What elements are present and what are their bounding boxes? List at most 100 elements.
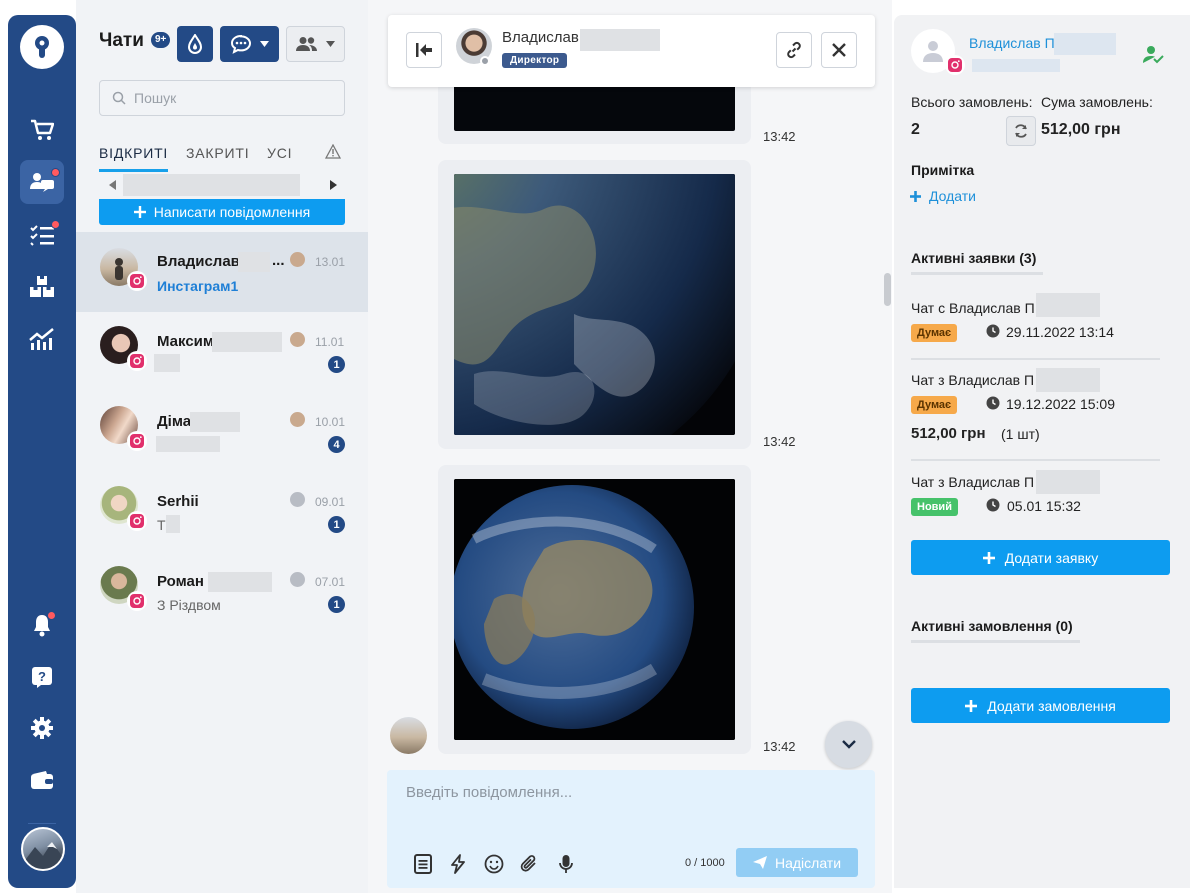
clock-icon	[986, 324, 1000, 338]
sidebar-item-analytics[interactable]	[20, 317, 64, 361]
send-button[interactable]: Надіслати	[736, 848, 858, 877]
search-input[interactable]	[134, 90, 324, 106]
message-image[interactable]	[454, 479, 735, 740]
chat-list-item[interactable]: Максим 11.01 1	[76, 312, 368, 392]
microphone-icon	[559, 855, 573, 873]
close-chat-button[interactable]	[821, 32, 857, 68]
new-message-label: Написати повідомлення	[153, 204, 311, 220]
client-name-link[interactable]: Владислав П	[969, 35, 1055, 51]
chat-list-item[interactable]: Serhii 09.01 Т 1	[76, 472, 368, 552]
emoji-button[interactable]	[484, 854, 504, 874]
message-image[interactable]	[454, 174, 735, 435]
sidebar-item-shop[interactable]	[20, 108, 64, 152]
paperclip-icon	[520, 855, 536, 872]
contact-name: Діма	[157, 413, 192, 430]
sidebar-item-chats[interactable]	[20, 160, 64, 204]
refresh-icon	[1015, 124, 1027, 138]
instagram-icon	[130, 594, 144, 608]
request-item[interactable]: Чат з Владислав П Думає 19.12.2022 15:09…	[911, 368, 1160, 462]
drop-icon	[187, 34, 203, 54]
sidebar-item-settings[interactable]	[20, 706, 64, 750]
templates-button[interactable]	[414, 854, 432, 874]
chat-list-item[interactable]: Владислав ... 13.01 Инстаграм1	[76, 232, 368, 312]
user-check-icon	[1143, 46, 1164, 64]
active-orders-title: Активні замовлення (0)	[911, 618, 1073, 634]
clock-icon	[986, 396, 1000, 410]
message-time: 13:42	[763, 434, 796, 449]
message-bubble	[438, 465, 751, 754]
message-time: 13:42	[763, 739, 796, 754]
instagram-badge	[127, 351, 147, 371]
assign-user-button[interactable]	[1143, 45, 1165, 65]
emoji-icon	[484, 854, 504, 874]
request-item[interactable]: Чат з Владислав П Новий 05.01 15:32	[911, 470, 1160, 536]
notification-dot	[51, 220, 60, 229]
channel-select-button[interactable]	[220, 26, 279, 62]
divider	[911, 459, 1160, 461]
new-message-button[interactable]: Написати повідомлення	[99, 199, 345, 225]
warning-icon	[325, 144, 341, 159]
link-icon	[787, 41, 801, 59]
chat-bubble-icon	[230, 34, 252, 54]
scroll-right-arrow[interactable]	[330, 180, 337, 190]
scroll-to-bottom-button[interactable]	[825, 721, 872, 768]
manager-avatar	[290, 412, 305, 427]
managers-select-button[interactable]	[286, 26, 345, 62]
send-label: Надіслати	[774, 854, 842, 871]
earth-photo-image	[454, 174, 735, 435]
last-message-preview: З Різдвом	[157, 597, 221, 613]
app-logo[interactable]	[20, 25, 64, 69]
caret-left-icon	[109, 180, 116, 190]
keyhole-logo-icon	[35, 36, 49, 58]
sidebar-item-tasks[interactable]	[20, 213, 64, 257]
request-item[interactable]: Чат с Владислав П Думає 29.11.2022 13:14	[911, 293, 1160, 362]
contact-name: Владислав	[502, 29, 579, 46]
chevron-down-icon	[260, 41, 269, 47]
request-datetime: 05.01 15:32	[1007, 498, 1081, 514]
scroll-left-arrow[interactable]	[109, 180, 116, 190]
contact-name: Serhii	[157, 493, 199, 510]
redacted-text	[208, 572, 272, 592]
notification-dot	[47, 611, 56, 620]
chat-list-item[interactable]: Діма 10.01 4	[76, 392, 368, 472]
add-order-button[interactable]: Додати замовлення	[911, 688, 1170, 723]
tab-open[interactable]: ВІДКРИТІ	[99, 145, 168, 161]
sidebar-item-wallet[interactable]	[20, 758, 64, 802]
add-note-link[interactable]: Додати	[910, 188, 976, 204]
filter-drop-button[interactable]	[177, 26, 213, 62]
active-requests-title: Активні заявки (3)	[911, 250, 1037, 266]
chat-list-item[interactable]: Роман 07.01 З Різдвом 1	[76, 552, 368, 632]
message-input[interactable]	[406, 784, 856, 824]
tab-all[interactable]: УСІ	[267, 145, 292, 161]
chevron-down-icon	[326, 41, 335, 47]
instagram-icon	[130, 514, 144, 528]
tab-closed[interactable]: ЗАКРИТІ	[186, 145, 249, 161]
message-time: 13:42	[763, 129, 796, 144]
voice-button[interactable]	[559, 854, 573, 874]
quick-replies-button[interactable]	[451, 854, 465, 874]
add-order-label: Додати замовлення	[987, 697, 1116, 714]
sidebar-item-help[interactable]: ?	[20, 655, 64, 699]
user-avatar[interactable]	[21, 827, 65, 871]
collapse-panel-button[interactable]	[406, 32, 442, 68]
copy-link-button[interactable]	[776, 32, 812, 68]
redacted-text	[212, 332, 282, 352]
request-title: Чат с Владислав П	[911, 300, 1035, 316]
scrollbar-thumb[interactable]	[884, 273, 891, 306]
users-icon	[296, 37, 317, 51]
clock-icon	[986, 498, 1000, 512]
attach-button[interactable]	[520, 854, 538, 874]
analytics-icon	[29, 328, 54, 350]
instagram-icon	[948, 58, 962, 72]
message-composer: 0 / 1000 Надіслати	[387, 770, 875, 888]
refresh-button[interactable]	[1006, 116, 1036, 146]
add-request-button[interactable]: Додати заявку	[911, 540, 1170, 575]
sidebar-item-warehouse[interactable]	[20, 265, 64, 309]
add-request-label: Додати заявку	[1004, 549, 1099, 566]
sidebar-item-notifications[interactable]	[20, 603, 64, 647]
instagram-badge	[127, 271, 147, 291]
tab-warning[interactable]	[325, 144, 341, 159]
chat-channel-label: Инстаграм1	[157, 278, 239, 294]
orders-sum-value: 512,00 грн	[1041, 121, 1121, 138]
unread-count-badge: 1	[328, 356, 345, 373]
